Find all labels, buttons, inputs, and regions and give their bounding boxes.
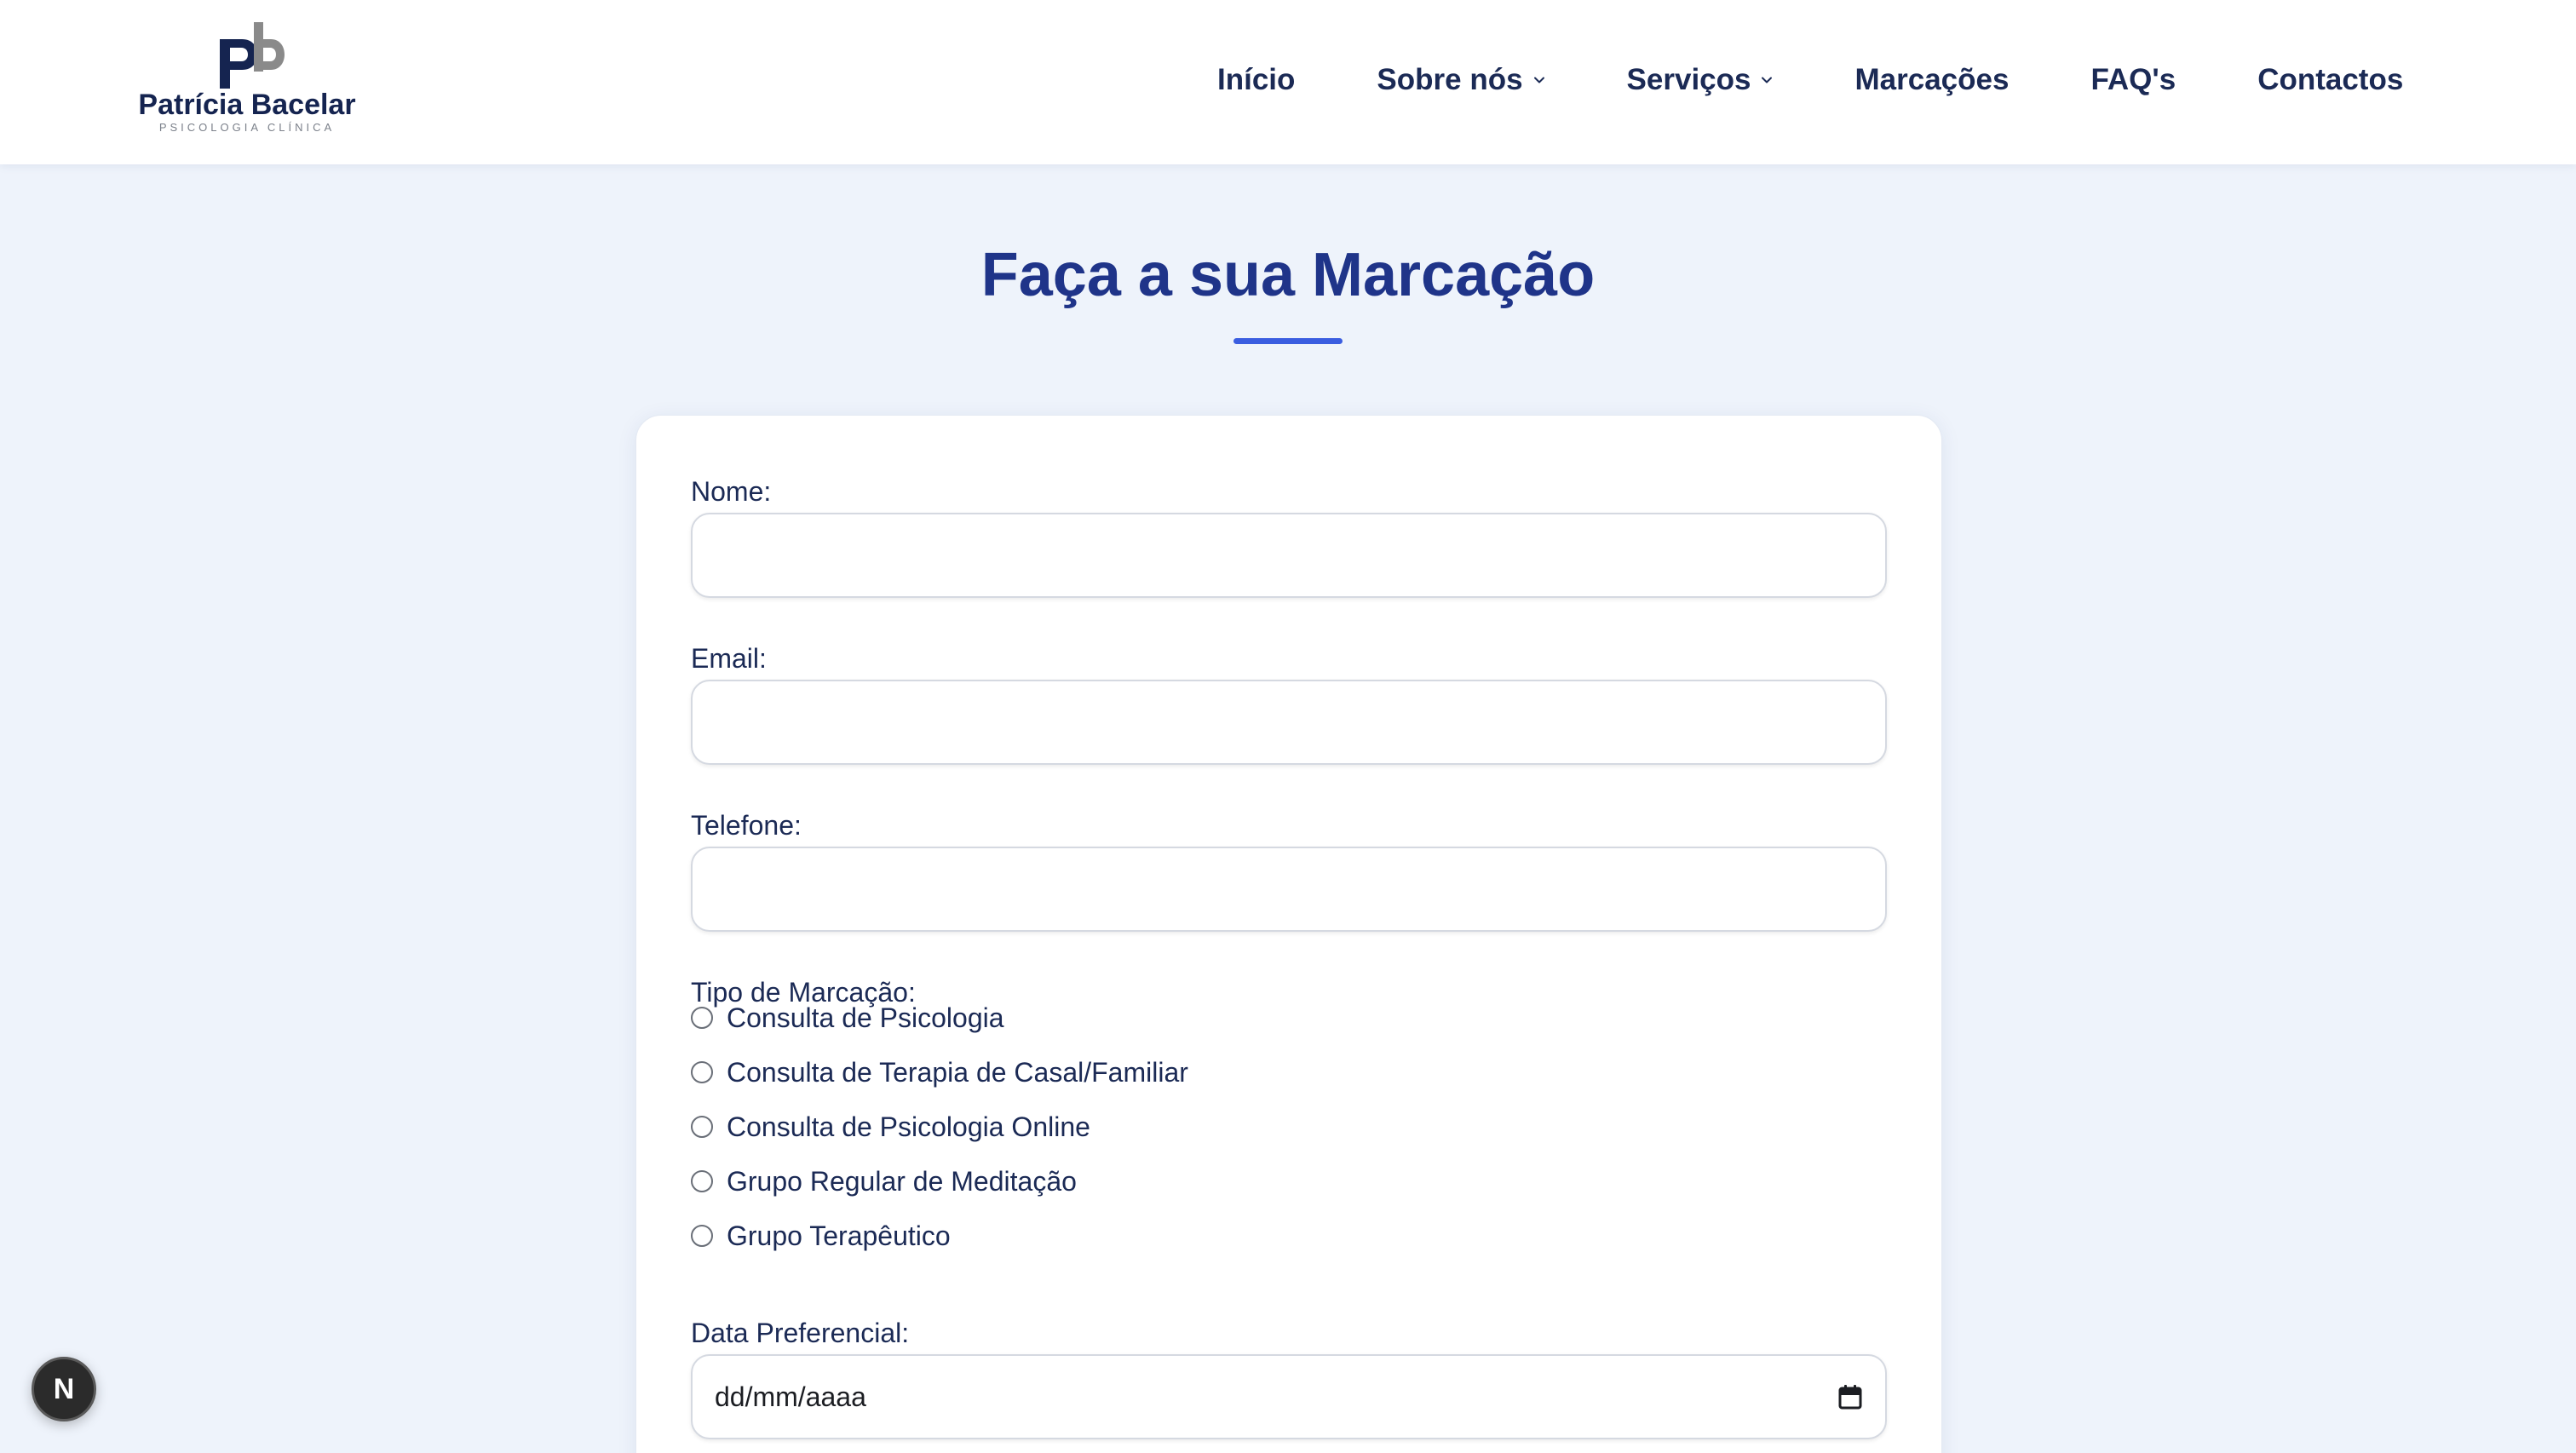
radio-button[interactable] [691, 1007, 713, 1029]
radio-label: Grupo Terapêutico [727, 1220, 951, 1251]
nav-item-inicio[interactable]: Início [1217, 63, 1295, 97]
radio-consulta-psicologia[interactable]: Consulta de Psicologia [691, 1001, 1004, 1035]
radio-button[interactable] [691, 1116, 713, 1138]
nav-label: Início [1217, 63, 1296, 96]
nav-label: FAQ's [2090, 63, 2176, 96]
nome-input[interactable] [691, 513, 1887, 598]
radio-label: Grupo Regular de Meditação [727, 1165, 1077, 1197]
dev-tools-badge[interactable]: N [32, 1357, 96, 1421]
nav-item-faqs[interactable]: FAQ's [2090, 63, 2176, 97]
brand-tagline: PSICOLOGIA CLÍNICA [158, 121, 336, 134]
chevron-down-icon [1533, 77, 1544, 83]
nav-label: Marcações [1854, 63, 2010, 96]
email-input[interactable] [691, 680, 1887, 765]
nav-label: Contactos [2257, 63, 2404, 96]
email-label: Email: [691, 643, 767, 674]
nav-item-marcacoes[interactable]: Marcações [1854, 63, 2009, 97]
radio-grupo-terapeutico[interactable]: Grupo Terapêutico [691, 1219, 951, 1253]
radio-button[interactable] [691, 1225, 713, 1247]
chevron-down-icon [1762, 77, 1773, 83]
nav-label: Serviços [1626, 63, 1751, 96]
nome-label: Nome: [691, 476, 772, 507]
booking-form: Nome: Email: Telefone: Tipo de Marcação:… [635, 415, 1942, 1453]
pb-logo-mark [220, 22, 285, 89]
badge-letter: N [53, 1372, 75, 1405]
site-header: Patrícia Bacelar PSICOLOGIA CLÍNICA Iníc… [0, 0, 2576, 164]
main-nav: Início Sobre nós Serviços Marcações FAQ'… [1217, 60, 2403, 101]
brand-logo[interactable]: Patrícia Bacelar PSICOLOGIA CLÍNICA [136, 20, 358, 140]
calendar-icon[interactable] [1837, 1383, 1863, 1410]
nav-item-servicos[interactable]: Serviços [1627, 63, 1774, 97]
radio-button[interactable] [691, 1170, 713, 1192]
telefone-label: Telefone: [691, 810, 802, 841]
nav-item-contactos[interactable]: Contactos [2257, 63, 2403, 97]
page-title: Faça a sua Marcação [980, 241, 1596, 309]
nav-label: Sobre nós [1377, 63, 1523, 96]
radio-label: Consulta de Terapia de Casal/Familiar [727, 1056, 1188, 1088]
radio-label: Consulta de Psicologia [727, 1002, 1004, 1033]
radio-grupo-meditacao[interactable]: Grupo Regular de Meditação [691, 1164, 1077, 1198]
data-preferencial-input[interactable]: dd/mm/aaaa [691, 1354, 1887, 1439]
telefone-input[interactable] [691, 847, 1887, 932]
brand-name: Patrícia Bacelar [138, 89, 356, 121]
radio-psicologia-online[interactable]: Consulta de Psicologia Online [691, 1110, 1090, 1144]
radio-button[interactable] [691, 1061, 713, 1083]
date-placeholder: dd/mm/aaaa [715, 1381, 866, 1412]
data-preferencial-label: Data Preferencial: [691, 1318, 910, 1348]
radio-label: Consulta de Psicologia Online [727, 1111, 1090, 1142]
radio-terapia-casal-familiar[interactable]: Consulta de Terapia de Casal/Familiar [691, 1055, 1188, 1089]
title-underline [1233, 338, 1343, 344]
nav-item-sobre-nos[interactable]: Sobre nós [1377, 63, 1544, 97]
